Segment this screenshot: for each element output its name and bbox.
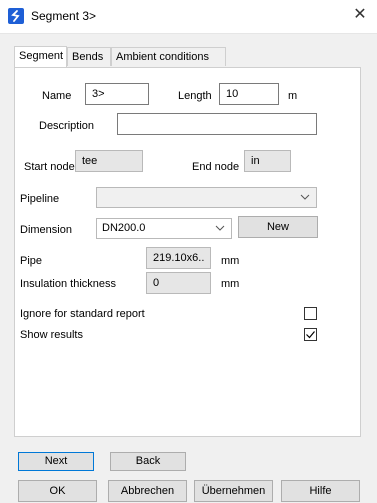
tab-segment[interactable]: Segment [14, 46, 67, 67]
insulation-unit: mm [221, 278, 240, 290]
help-button[interactable]: Hilfe [281, 480, 360, 502]
chevron-down-icon [215, 225, 225, 231]
start-node-field: tee [75, 150, 143, 172]
title-bar: Segment 3> ✕ [0, 0, 377, 34]
insulation-label: Insulation thickness [20, 278, 116, 290]
pipe-field: 219.10x6.. [146, 247, 211, 269]
insulation-field[interactable]: 0 [146, 272, 211, 294]
segment-panel: Name 3> Length 10 m Description Start no… [14, 67, 361, 437]
pipeline-label: Pipeline [20, 193, 60, 205]
dimension-label: Dimension [20, 224, 72, 236]
name-field[interactable]: 3> [85, 83, 149, 105]
app-logo-icon [8, 8, 24, 24]
next-button[interactable]: Next [18, 452, 94, 471]
tab-bends[interactable]: Bends [67, 47, 111, 66]
ignore-report-label: Ignore for standard report [20, 308, 145, 320]
pipe-label: Pipe [20, 255, 43, 267]
chevron-down-icon [300, 194, 310, 200]
apply-button[interactable]: Übernehmen [194, 480, 273, 502]
back-button[interactable]: Back [110, 452, 186, 471]
dimension-select[interactable]: DN200.0 [96, 218, 232, 239]
ok-button[interactable]: OK [18, 480, 97, 502]
start-node-label: Start node [24, 161, 75, 173]
length-unit: m [288, 90, 298, 102]
end-node-field: in [244, 150, 291, 172]
pipe-unit: mm [221, 255, 240, 267]
ignore-report-checkbox[interactable] [304, 307, 317, 320]
close-icon[interactable]: ✕ [351, 6, 369, 24]
tab-ambient-conditions[interactable]: Ambient conditions [111, 47, 226, 66]
length-label: Length [178, 90, 212, 102]
description-field[interactable] [117, 113, 317, 135]
end-node-label: End node [192, 161, 240, 173]
show-results-label: Show results [20, 329, 83, 341]
length-field[interactable]: 10 [219, 83, 279, 105]
cancel-button[interactable]: Abbrechen [108, 480, 187, 502]
pipeline-select[interactable] [96, 187, 317, 208]
window-title: Segment 3> [31, 9, 97, 23]
new-button[interactable]: New [238, 216, 318, 238]
name-label: Name [42, 90, 72, 102]
show-results-checkbox[interactable] [304, 328, 317, 341]
dimension-value: DN200.0 [102, 222, 146, 234]
checkmark-icon [306, 331, 315, 339]
description-label: Description [39, 120, 95, 132]
